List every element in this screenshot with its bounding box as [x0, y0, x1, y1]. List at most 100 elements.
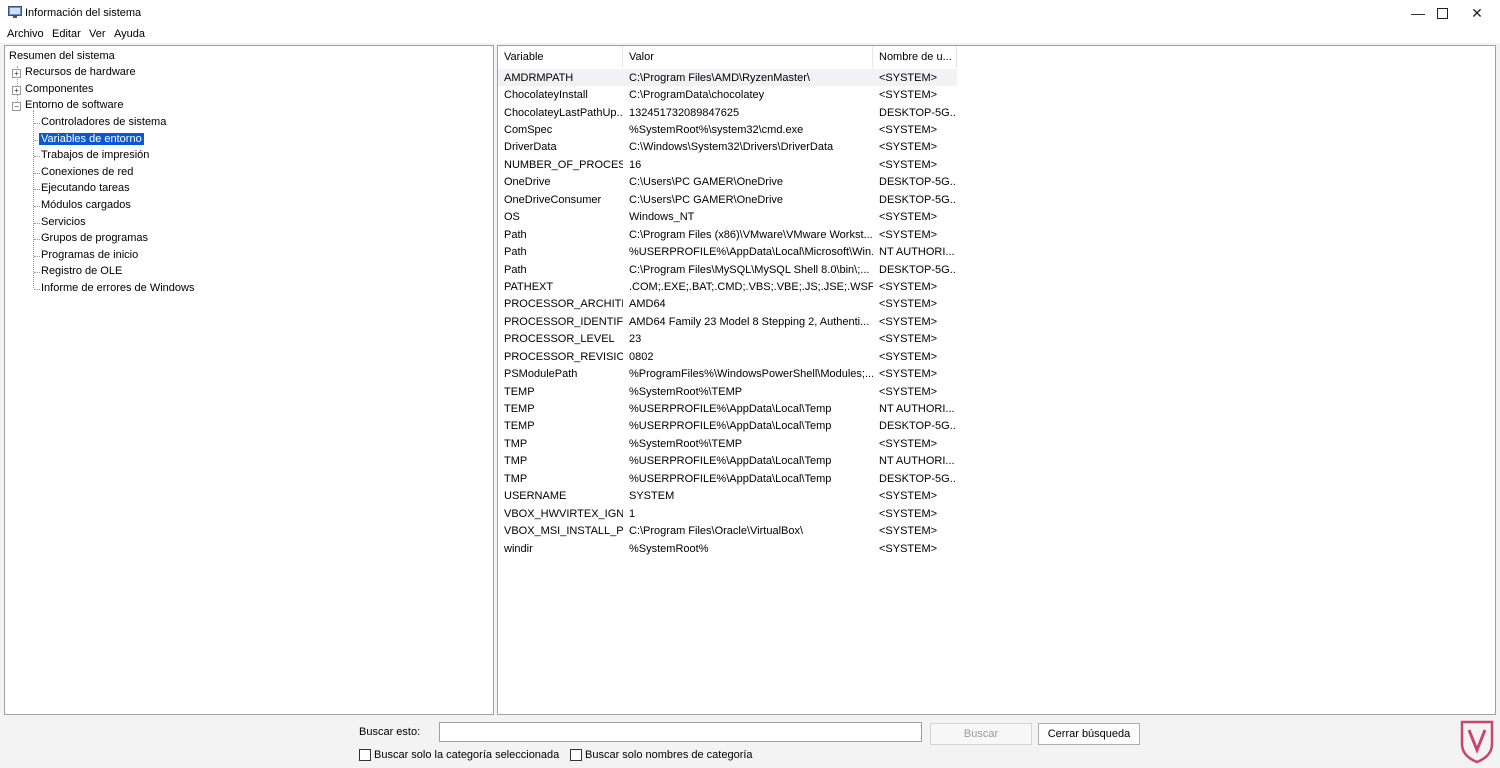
tree-item-child-0[interactable]: Controladores de sistema	[41, 115, 166, 130]
table-row[interactable]: TEMP %USERPROFILE%\AppData\Local\Temp DESK…	[498, 418, 957, 435]
table-cell: <SYSTEM>	[879, 385, 938, 398]
table-cell: %USERPROFILE%\AppData\Local\Temp	[629, 455, 832, 468]
tree-item-components[interactable]: Componentes	[25, 82, 94, 97]
table-cell: <SYSTEM>	[879, 158, 938, 171]
table-cell: C:\Program Files\MySQL\MySQL Shell 8.0\b…	[629, 263, 870, 276]
table-cell: %USERPROFILE%\AppData\Local\Temp	[629, 403, 832, 416]
table-cell: NT AUTHORI...	[879, 455, 955, 468]
tree-item-child-9[interactable]: Registro de OLE	[41, 264, 122, 279]
table-row[interactable]: TMP %USERPROFILE%\AppData\Local\Temp NT AU…	[498, 453, 957, 470]
tree-item-software-environment[interactable]: Entorno de software	[25, 98, 123, 113]
table-cell: <SYSTEM>	[879, 228, 938, 241]
table-cell: %SystemRoot%\TEMP	[629, 437, 743, 450]
table-cell: PROCESSOR_IDENTIFIER	[504, 315, 623, 328]
table-cell: <SYSTEM>	[879, 333, 938, 346]
table-row[interactable]: PROCESSOR_ARCHITE... AMD64 <SYSTEM>	[498, 296, 957, 313]
search-category-names-checkbox[interactable]: Buscar solo nombres de categoría	[570, 749, 753, 761]
tree-item-child-5[interactable]: Módulos cargados	[41, 198, 131, 213]
table-cell: <SYSTEM>	[879, 280, 938, 293]
table-row[interactable]: ChocolateyInstall C:\ProgramData\chocolat…	[498, 86, 957, 103]
table-row[interactable]: PSModulePath %ProgramFiles%\WindowsPowerS…	[498, 365, 957, 382]
table-row[interactable]: TMP %USERPROFILE%\AppData\Local\Temp DESKT…	[498, 470, 957, 487]
tree-connector	[34, 289, 40, 290]
close-window-button[interactable]: ✕	[1454, 0, 1500, 26]
table-cell: <SYSTEM>	[879, 89, 938, 102]
close-icon: ✕	[1471, 4, 1483, 21]
table-cell: TEMP	[504, 385, 535, 398]
table-cell: DriverData	[504, 141, 557, 154]
tree-item-child-7[interactable]: Grupos de programas	[41, 231, 148, 246]
tree-item-child-8[interactable]: Programas de inicio	[41, 248, 138, 263]
table-row[interactable]: PATHEXT .COM;.EXE;.BAT;.CMD;.VBS;.VBE;.JS…	[498, 278, 957, 295]
table-row[interactable]: ComSpec %SystemRoot%\system32\cmd.exe <SYS…	[498, 121, 957, 138]
table-cell: C:\Program Files\Oracle\VirtualBox\	[629, 525, 804, 538]
tree-item-child-6[interactable]: Servicios	[41, 215, 86, 230]
table-cell: ChocolateyInstall	[504, 89, 588, 102]
table-row[interactable]: OS Windows_NT <SYSTEM>	[498, 209, 957, 226]
expand-components-icon[interactable]: +	[12, 86, 21, 95]
tree-item-child-10[interactable]: Informe de errores de Windows	[41, 281, 194, 296]
details-list[interactable]: Variable Valor Nombre de u... AMDRMPATH C…	[497, 45, 1496, 715]
tree-connector	[34, 172, 40, 174]
table-cell: TEMP	[504, 403, 535, 416]
menu-editar[interactable]: Editar	[52, 28, 81, 40]
menu-archivo[interactable]: Archivo	[7, 28, 44, 40]
table-row[interactable]: OneDriveConsumer C:\Users\PC GAMER\OneDri…	[498, 191, 957, 208]
menu-ver[interactable]: Ver	[89, 28, 106, 40]
table-row[interactable]: TEMP %USERPROFILE%\AppData\Local\Temp NT A…	[498, 400, 957, 417]
column-header-variable[interactable]: Variable	[498, 46, 623, 68]
table-cell: <SYSTEM>	[879, 298, 938, 311]
table-cell: 0802	[629, 350, 654, 363]
tree-item-child-1[interactable]: Variables de entorno	[39, 132, 144, 147]
tree-item-child-3[interactable]: Conexiones de red	[41, 165, 133, 180]
table-cell: 132451732089847625	[629, 106, 740, 119]
expand-hardware-icon[interactable]: +	[12, 69, 21, 78]
table-cell: %ProgramFiles%\WindowsPowerShell\Modules…	[629, 368, 873, 381]
table-cell: OS	[504, 211, 520, 224]
table-row[interactable]: NUMBER_OF_PROCESS... 16 <SYSTEM>	[498, 156, 957, 173]
table-cell: AMDRMPATH	[504, 71, 574, 84]
table-row[interactable]: USERNAME SYSTEM <SYSTEM>	[498, 488, 957, 505]
checkbox-box[interactable]	[570, 749, 582, 761]
table-row[interactable]: TEMP %SystemRoot%\TEMP <SYSTEM>	[498, 383, 957, 400]
search-input[interactable]	[439, 722, 922, 742]
table-row[interactable]: VBOX_HWVIRTEX_IGN... 1 <SYSTEM>	[498, 505, 957, 522]
table-row[interactable]: ChocolateyLastPathUp... 13245173208984762…	[498, 104, 957, 121]
table-row[interactable]: Path C:\Program Files (x86)\VMware\VMware…	[498, 226, 957, 243]
table-row[interactable]: OneDrive C:\Users\PC GAMER\OneDrive DESKTO…	[498, 174, 957, 191]
table-cell: C:\Program Files\AMD\RyzenMaster\	[629, 71, 810, 84]
close-search-button[interactable]: Cerrar búsqueda	[1038, 723, 1140, 745]
tree-connector	[34, 123, 40, 124]
table-cell: 23	[629, 333, 642, 346]
column-header-username[interactable]: Nombre de u...	[873, 46, 957, 68]
table-cell: NT AUTHORI...	[879, 246, 955, 259]
table-cell: DESKTOP-5G...	[879, 176, 957, 189]
table-cell: C:\Users\PC GAMER\OneDrive	[629, 176, 784, 189]
table-row[interactable]: PROCESSOR_IDENTIFIER AMD64 Family 23 Mode…	[498, 313, 957, 330]
column-header-value[interactable]: Valor	[623, 46, 873, 68]
table-row[interactable]: Path C:\Program Files\MySQL\MySQL Shell 8…	[498, 261, 957, 278]
table-row[interactable]: PROCESSOR_LEVEL 23 <SYSTEM>	[498, 331, 957, 348]
tree-item-child-4[interactable]: Ejecutando tareas	[41, 181, 130, 196]
table-cell: %USERPROFILE%\AppData\Local\Temp	[629, 472, 832, 485]
checkbox-box[interactable]	[359, 749, 371, 761]
menu-ayuda[interactable]: Ayuda	[114, 28, 145, 40]
search-selected-category-checkbox[interactable]: Buscar solo la categoría seleccionada	[359, 749, 559, 761]
table-row[interactable]: VBOX_MSI_INSTALL_PA... C:\Program Files\O…	[498, 522, 957, 539]
maximize-icon	[1436, 7, 1448, 19]
table-cell: <SYSTEM>	[879, 211, 938, 224]
table-row[interactable]: TMP %SystemRoot%\TEMP <SYSTEM>	[498, 435, 957, 452]
table-cell: PROCESSOR_REVISION	[504, 350, 623, 363]
tree-item-child-2[interactable]: Trabajos de impresión	[41, 148, 149, 163]
tree-item-hardware-resources[interactable]: Recursos de hardware	[25, 65, 136, 80]
table-row[interactable]: Path %USERPROFILE%\AppData\Local\Microsof…	[498, 243, 957, 260]
table-row[interactable]: DriverData C:\Windows\System32\Drivers\Dr…	[498, 139, 957, 156]
table-row[interactable]: PROCESSOR_REVISION 0802 <SYSTEM>	[498, 348, 957, 365]
table-row[interactable]: AMDRMPATH C:\Program Files\AMD\RyzenMaste…	[498, 69, 957, 87]
category-tree[interactable]: Resumen del sistema + Recursos de hardwa…	[4, 45, 494, 715]
search-button[interactable]: Buscar	[930, 723, 1032, 745]
collapse-software-icon[interactable]: −	[12, 102, 21, 111]
tree-connector	[34, 189, 40, 191]
table-row[interactable]: windir %SystemRoot% <SYSTEM>	[498, 540, 957, 557]
tree-root-summary[interactable]: Resumen del sistema	[9, 49, 115, 64]
